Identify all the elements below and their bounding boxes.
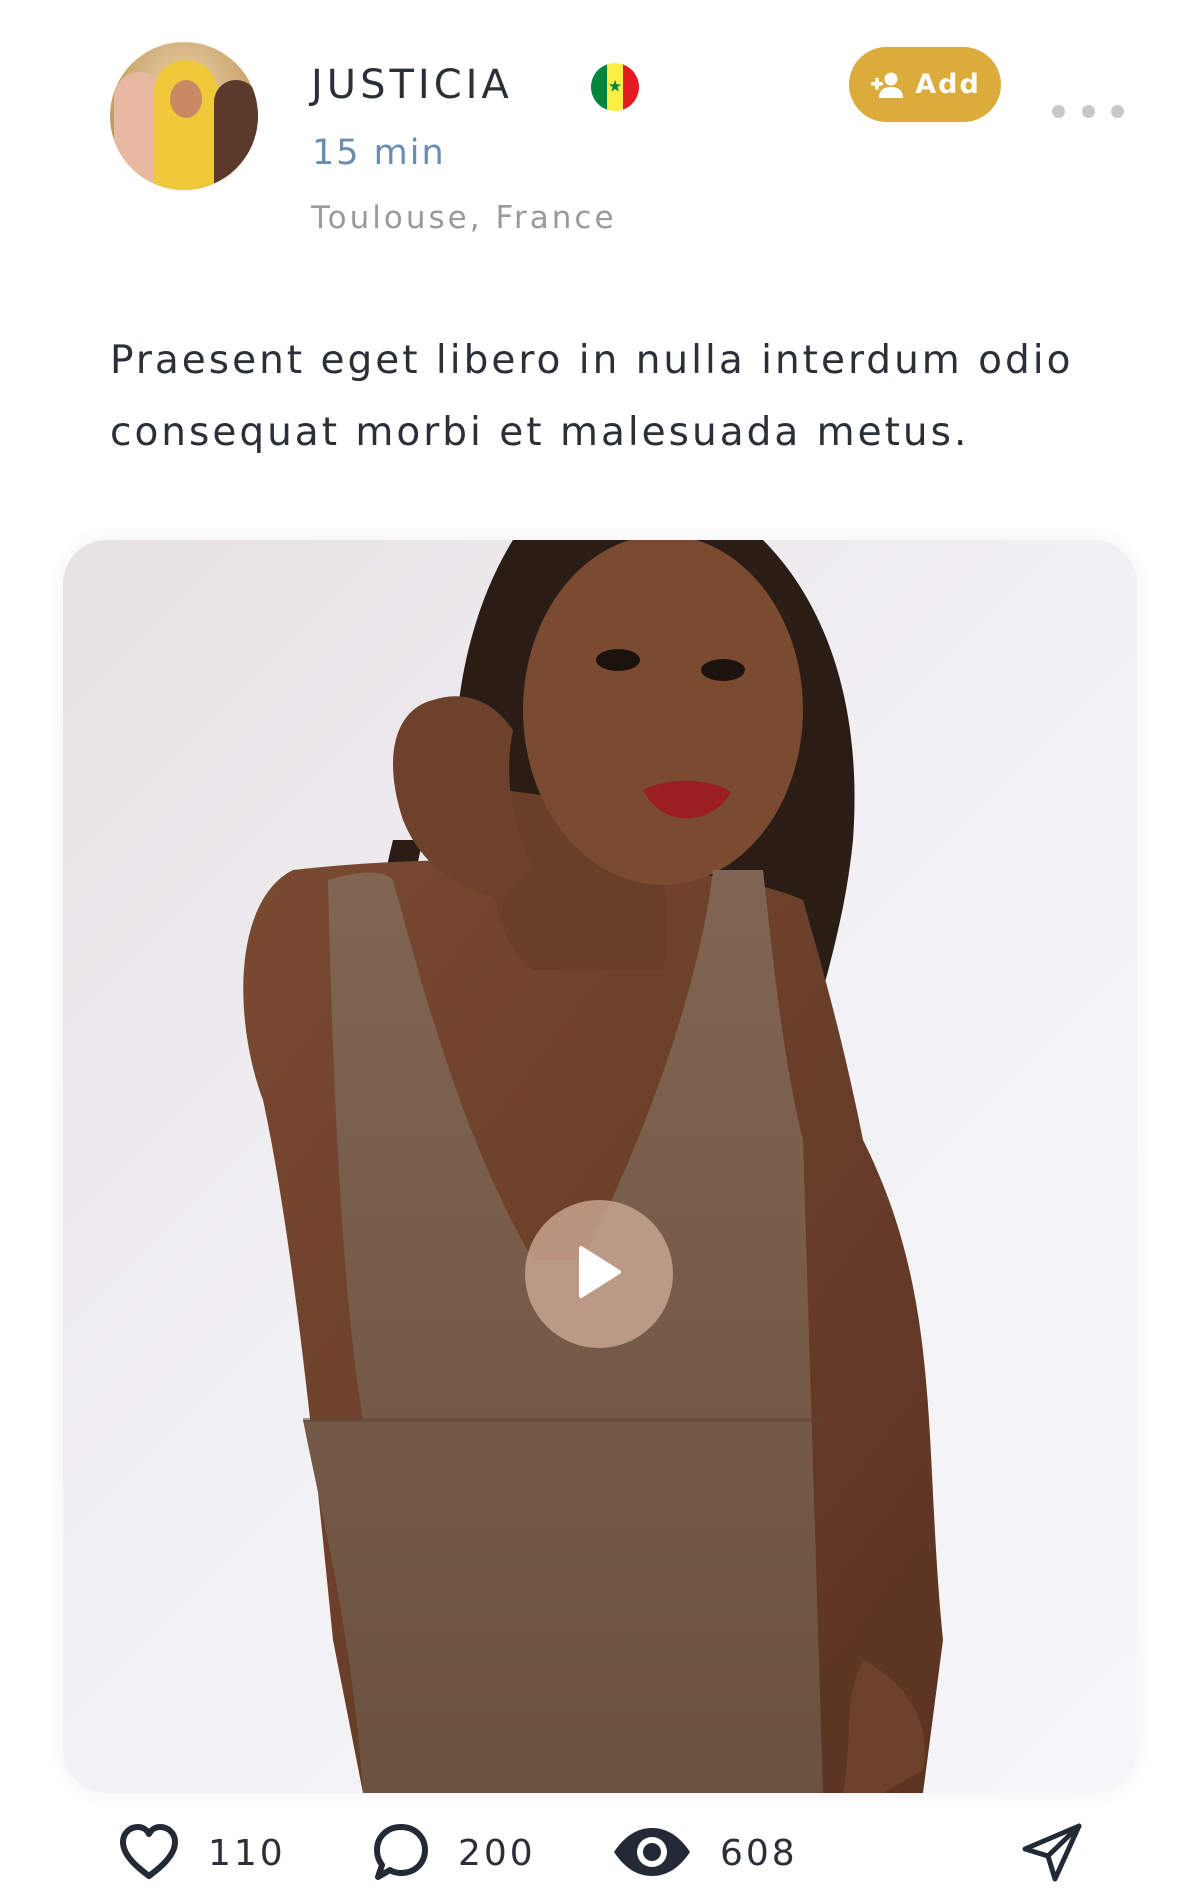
user-name[interactable]: JUSTICIA (311, 62, 513, 108)
views-count: 608 (720, 1833, 798, 1874)
avatar-person-right (214, 80, 258, 190)
send-icon (1020, 1823, 1084, 1888)
play-icon (575, 1244, 623, 1304)
comment-count: 200 (458, 1833, 536, 1874)
senegal-flag-icon: ★ (591, 63, 639, 111)
play-button[interactable] (525, 1200, 673, 1348)
more-options-button[interactable] (1052, 96, 1124, 126)
more-horizontal-icon (1052, 104, 1065, 118)
post-video[interactable] (63, 540, 1137, 1793)
video-thumbnail-image (243, 540, 943, 1793)
views-indicator: 608 (612, 1820, 798, 1887)
post-location: Toulouse, France (311, 200, 617, 236)
avatar[interactable] (110, 42, 258, 190)
add-friend-button[interactable]: Add (849, 47, 1001, 122)
like-button[interactable]: 110 (118, 1820, 286, 1887)
avatar-person-center (154, 60, 218, 190)
share-button[interactable] (1020, 1822, 1084, 1888)
post-text: Praesent eget libero in nulla interdum o… (110, 338, 1074, 455)
person-add-icon (869, 71, 905, 99)
heart-icon (118, 1823, 180, 1885)
like-count: 110 (208, 1833, 286, 1874)
comment-icon (372, 1822, 430, 1886)
post-time: 15 min (312, 133, 446, 173)
eye-icon (612, 1826, 692, 1882)
add-button-label: Add (915, 69, 981, 100)
comment-button[interactable]: 200 (372, 1820, 536, 1887)
